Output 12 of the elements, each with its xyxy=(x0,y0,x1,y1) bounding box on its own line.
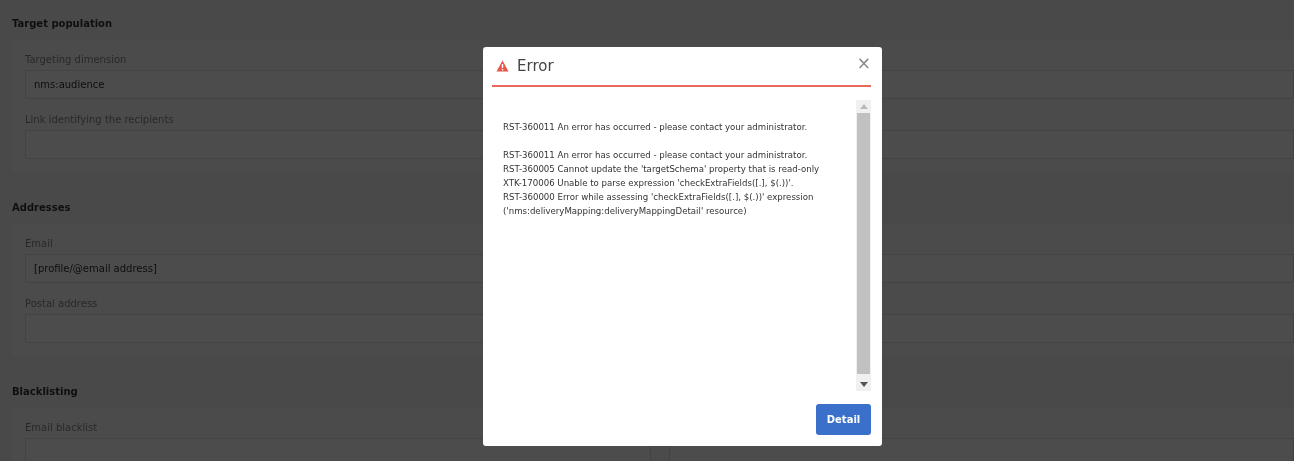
warning-icon xyxy=(496,60,509,72)
section-heading: Blacklisting xyxy=(12,386,78,399)
close-button[interactable]: × xyxy=(856,54,871,72)
section-heading: Target population xyxy=(12,18,113,31)
detail-button[interactable]: Detail xyxy=(816,404,871,435)
scrollbar-thumb[interactable] xyxy=(857,113,870,374)
scroll-up-icon[interactable] xyxy=(859,104,868,109)
section-heading: Addresses xyxy=(12,202,71,215)
scroll-down-icon[interactable] xyxy=(859,382,868,387)
dialog-title: Error xyxy=(517,57,555,75)
error-message: RST-360011 An error has occurred - please contact your administrator. RST-360011 An error has occurred - please contact your administrator. RST-360005 Cannot update the 'targetSchema' property that is read-only XTK-170006 Unable to parse expression 'checkExtraFields([.], $(.))'. RST-360000 Error while assessing 'checkExtraFields([.], $(.))' expression ('nms:deliveryMapping:deliveryMappingDetail' resource) xyxy=(502,121,821,218)
scrollbar[interactable] xyxy=(856,100,871,391)
